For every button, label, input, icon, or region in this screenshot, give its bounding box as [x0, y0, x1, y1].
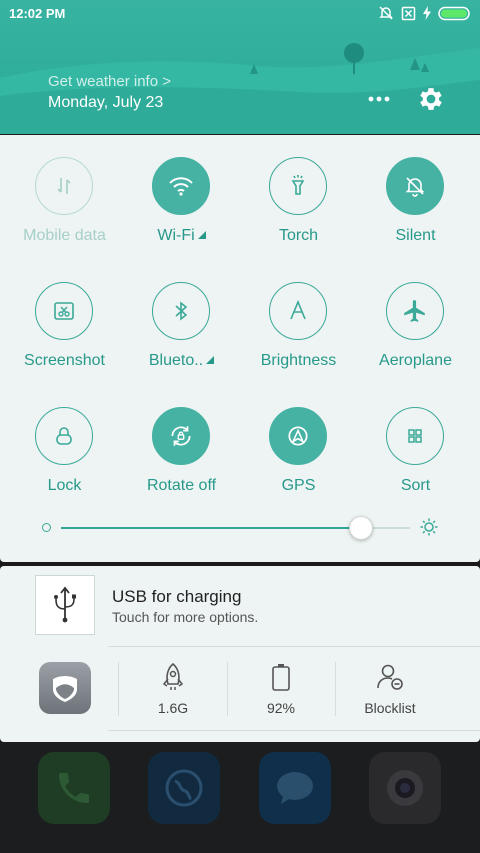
- blocklist-icon: [377, 664, 403, 690]
- cleaner-button[interactable]: 1.6G: [119, 662, 227, 716]
- camera-app-icon: [369, 752, 441, 824]
- battery-button[interactable]: 92%: [227, 662, 335, 716]
- silent-icon: [386, 157, 444, 215]
- toggle-wifi[interactable]: Wi-Fi: [123, 135, 240, 245]
- rocket-cleaner-icon: [162, 662, 184, 690]
- memory-label: 1.6G: [157, 700, 189, 716]
- wifi-icon: [152, 157, 210, 215]
- toggle-gps[interactable]: GPS: [240, 385, 357, 495]
- expand-triangle-icon: [206, 356, 215, 364]
- slider-fill: [61, 527, 362, 529]
- date-label[interactable]: Monday, July 23: [48, 94, 163, 112]
- browser-app-icon: [148, 752, 220, 824]
- toggle-rotate[interactable]: Rotate off: [123, 385, 240, 495]
- battery-label: 92%: [266, 700, 296, 716]
- status-bar: 12:02 PM: [0, 0, 480, 28]
- notification-shade-header: 12:02 PM Get weather info > Monday, July…: [0, 0, 480, 134]
- toggle-sort[interactable]: Sort: [357, 385, 474, 495]
- notification-subtitle: Touch for more options.: [112, 609, 259, 625]
- messages-app-icon: [259, 752, 331, 824]
- toggle-label: Mobile data: [23, 227, 106, 244]
- brightness-auto-icon: [269, 282, 327, 340]
- lock-icon: [35, 407, 93, 465]
- screenshot-icon: [35, 282, 93, 340]
- security-shield-icon[interactable]: [39, 662, 91, 714]
- gear-icon: [420, 88, 442, 110]
- airplane-icon: [386, 282, 444, 340]
- toggle-torch[interactable]: Torch: [240, 135, 357, 245]
- quick-actions-row: 1.6G 92% Blocklist: [0, 648, 480, 742]
- toggle-label: Lock: [47, 477, 82, 494]
- toggle-label: GPS: [281, 477, 316, 494]
- slider-track[interactable]: [61, 516, 410, 540]
- toggle-bluetooth[interactable]: Blueto..: [123, 260, 240, 370]
- no-sim-icon: [401, 6, 416, 20]
- usb-icon: [35, 575, 95, 635]
- status-time: 12:02 PM: [9, 6, 66, 21]
- more-options-button[interactable]: [364, 88, 394, 110]
- toggle-label: Brightness: [260, 352, 337, 369]
- blocklist-label: Blocklist: [364, 700, 416, 716]
- toggle-screenshot[interactable]: Screenshot: [6, 260, 123, 370]
- toggle-lock[interactable]: Lock: [6, 385, 123, 495]
- toggle-label: Rotate off: [146, 477, 217, 494]
- quick-toggles-panel: Mobile data Wi-Fi Torch Silent Screensho…: [0, 135, 480, 562]
- toggle-label: Sort: [400, 477, 431, 494]
- rotate-lock-icon: [152, 407, 210, 465]
- brightness-slider[interactable]: [0, 513, 480, 543]
- toggle-label: Aeroplane: [379, 352, 452, 369]
- toggle-aeroplane[interactable]: Aeroplane: [357, 260, 474, 370]
- phone-app-icon: [38, 752, 110, 824]
- toggle-label: Screenshot: [24, 352, 105, 369]
- gps-icon: [269, 407, 327, 465]
- weather-link[interactable]: Get weather info >: [48, 73, 171, 90]
- battery-status-icon: [438, 6, 470, 20]
- toggle-label: Wi-Fi: [123, 227, 240, 245]
- charging-bolt-icon: [423, 6, 431, 20]
- brightness-low-icon: [42, 523, 51, 532]
- divider: [108, 730, 480, 731]
- sort-grid-icon: [386, 407, 444, 465]
- expand-triangle-icon: [197, 231, 206, 239]
- mobile-data-icon: [35, 157, 93, 215]
- toggle-brightness[interactable]: Brightness: [240, 260, 357, 370]
- blocklist-button[interactable]: Blocklist: [336, 662, 444, 716]
- usb-notification-card[interactable]: USB for charging Touch for more options.…: [0, 566, 480, 742]
- torch-icon: [269, 157, 327, 215]
- notification-title: USB for charging: [112, 587, 242, 606]
- toggle-label: Torch: [278, 227, 319, 244]
- settings-button[interactable]: [416, 84, 446, 114]
- toggle-mobile-data[interactable]: Mobile data: [6, 135, 123, 245]
- home-dock: [0, 742, 480, 853]
- toggle-label: Silent: [395, 227, 436, 244]
- toggle-silent[interactable]: Silent: [357, 135, 474, 245]
- bluetooth-icon: [152, 282, 210, 340]
- more-dots-icon: [368, 96, 390, 102]
- battery-icon: [272, 664, 290, 691]
- silent-bell-icon: [379, 6, 393, 20]
- divider: [108, 646, 480, 647]
- brightness-high-icon: [420, 518, 438, 536]
- toggle-label: Blueto..: [123, 352, 240, 370]
- slider-thumb[interactable]: [349, 516, 374, 540]
